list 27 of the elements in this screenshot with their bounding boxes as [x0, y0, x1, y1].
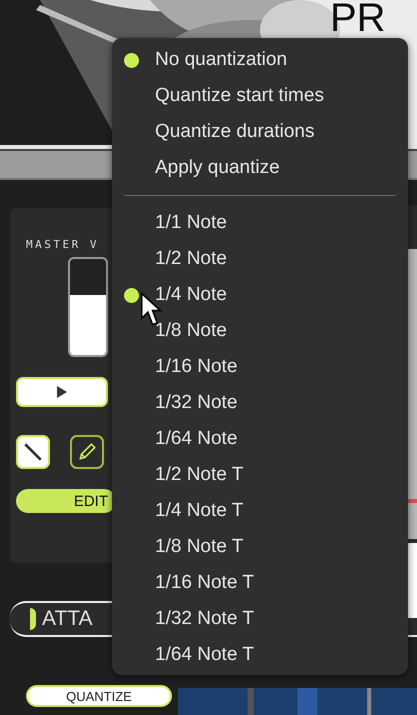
menu-item[interactable]: 1/32 Note T — [112, 601, 408, 637]
menu-item[interactable]: 1/32 Note — [112, 385, 408, 421]
play-button[interactable] — [16, 377, 108, 407]
menu-item[interactable]: 1/16 Note T — [112, 565, 408, 601]
quantize-button[interactable]: QUANTIZE — [26, 685, 172, 707]
play-icon — [57, 386, 67, 398]
menu-item[interactable]: 1/1 Note — [112, 205, 408, 241]
menu-item[interactable]: Apply quantize — [112, 150, 408, 186]
menu-item[interactable]: 1/16 Note — [112, 349, 408, 385]
menu-item[interactable]: 1/8 Note T — [112, 529, 408, 565]
master-volume-label: MASTER V — [26, 238, 99, 251]
menu-item[interactable]: 1/4 Note — [112, 277, 408, 313]
attack-indicator — [30, 608, 36, 630]
pencil-tool-button[interactable] — [70, 435, 104, 469]
playhead-marker — [408, 499, 417, 503]
menu-item[interactable]: 1/2 Note — [112, 241, 408, 277]
slash-icon — [22, 441, 44, 463]
attack-label: ATTA — [42, 607, 93, 631]
menu-item[interactable]: Quantize start times — [112, 78, 408, 114]
menu-item[interactable]: 1/8 Note — [112, 313, 408, 349]
menu-item[interactable]: 1/64 Note — [112, 421, 408, 457]
logo-text: PR — [330, 0, 386, 36]
menu-item[interactable]: Quantize durations — [112, 114, 408, 150]
menu-item[interactable]: No quantization — [112, 42, 408, 78]
volume-slider[interactable] — [68, 257, 108, 357]
line-tool-button[interactable] — [16, 435, 50, 469]
menu-item[interactable]: 1/64 Note T — [112, 637, 408, 673]
